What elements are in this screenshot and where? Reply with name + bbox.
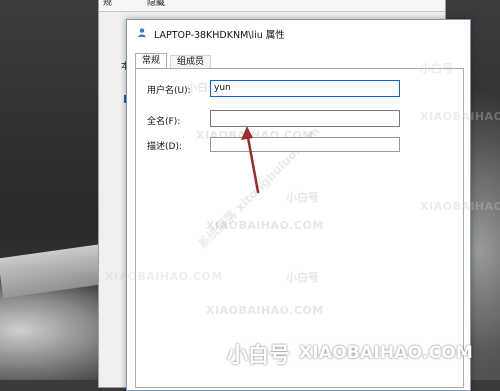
username-field[interactable]: yun [210, 80, 400, 97]
watermark-brand: 小白号 [286, 191, 319, 204]
user-icon [137, 28, 147, 37]
parent-tab-bar: 规 隐藏 [99, 0, 445, 12]
dialog-title: LAPTOP-38KHDKNM\liu 属性 [154, 30, 285, 41]
description-field[interactable] [210, 137, 400, 152]
brand-name: 小白号 [227, 343, 290, 367]
brand-divider [292, 344, 293, 362]
watermark-brand: 小白号 [286, 271, 319, 284]
broadcast-icon [200, 344, 222, 362]
watermark-site: XIAOBAIHAO.COM [206, 219, 324, 232]
fullname-field[interactable] [210, 110, 400, 127]
brand-url: XIAOBAIHAO.COM [299, 343, 474, 363]
parent-tab-hidden[interactable]: 隐藏 [147, 0, 165, 10]
brand-banner: 小白号 XIAOBAIHAO.COM [200, 338, 500, 368]
fullname-label: 全名(F): [147, 117, 181, 127]
tab-general[interactable]: 常规 [135, 53, 168, 69]
tab-member-of[interactable]: 组成员 [170, 55, 212, 68]
title-bar[interactable]: LAPTOP-38KHDKNM\liu 属性 [127, 20, 470, 46]
description-label: 描述(D): [147, 142, 182, 152]
username-label: 用户名(U): [147, 86, 191, 96]
parent-tab-general[interactable]: 规 [103, 0, 112, 10]
watermark-site: XIAOBAIHAO.COM [206, 304, 324, 317]
user-properties-dialog: LAPTOP-38KHDKNM\liu 属性 常规 组成员 小白号 XIAOBA… [126, 19, 471, 391]
